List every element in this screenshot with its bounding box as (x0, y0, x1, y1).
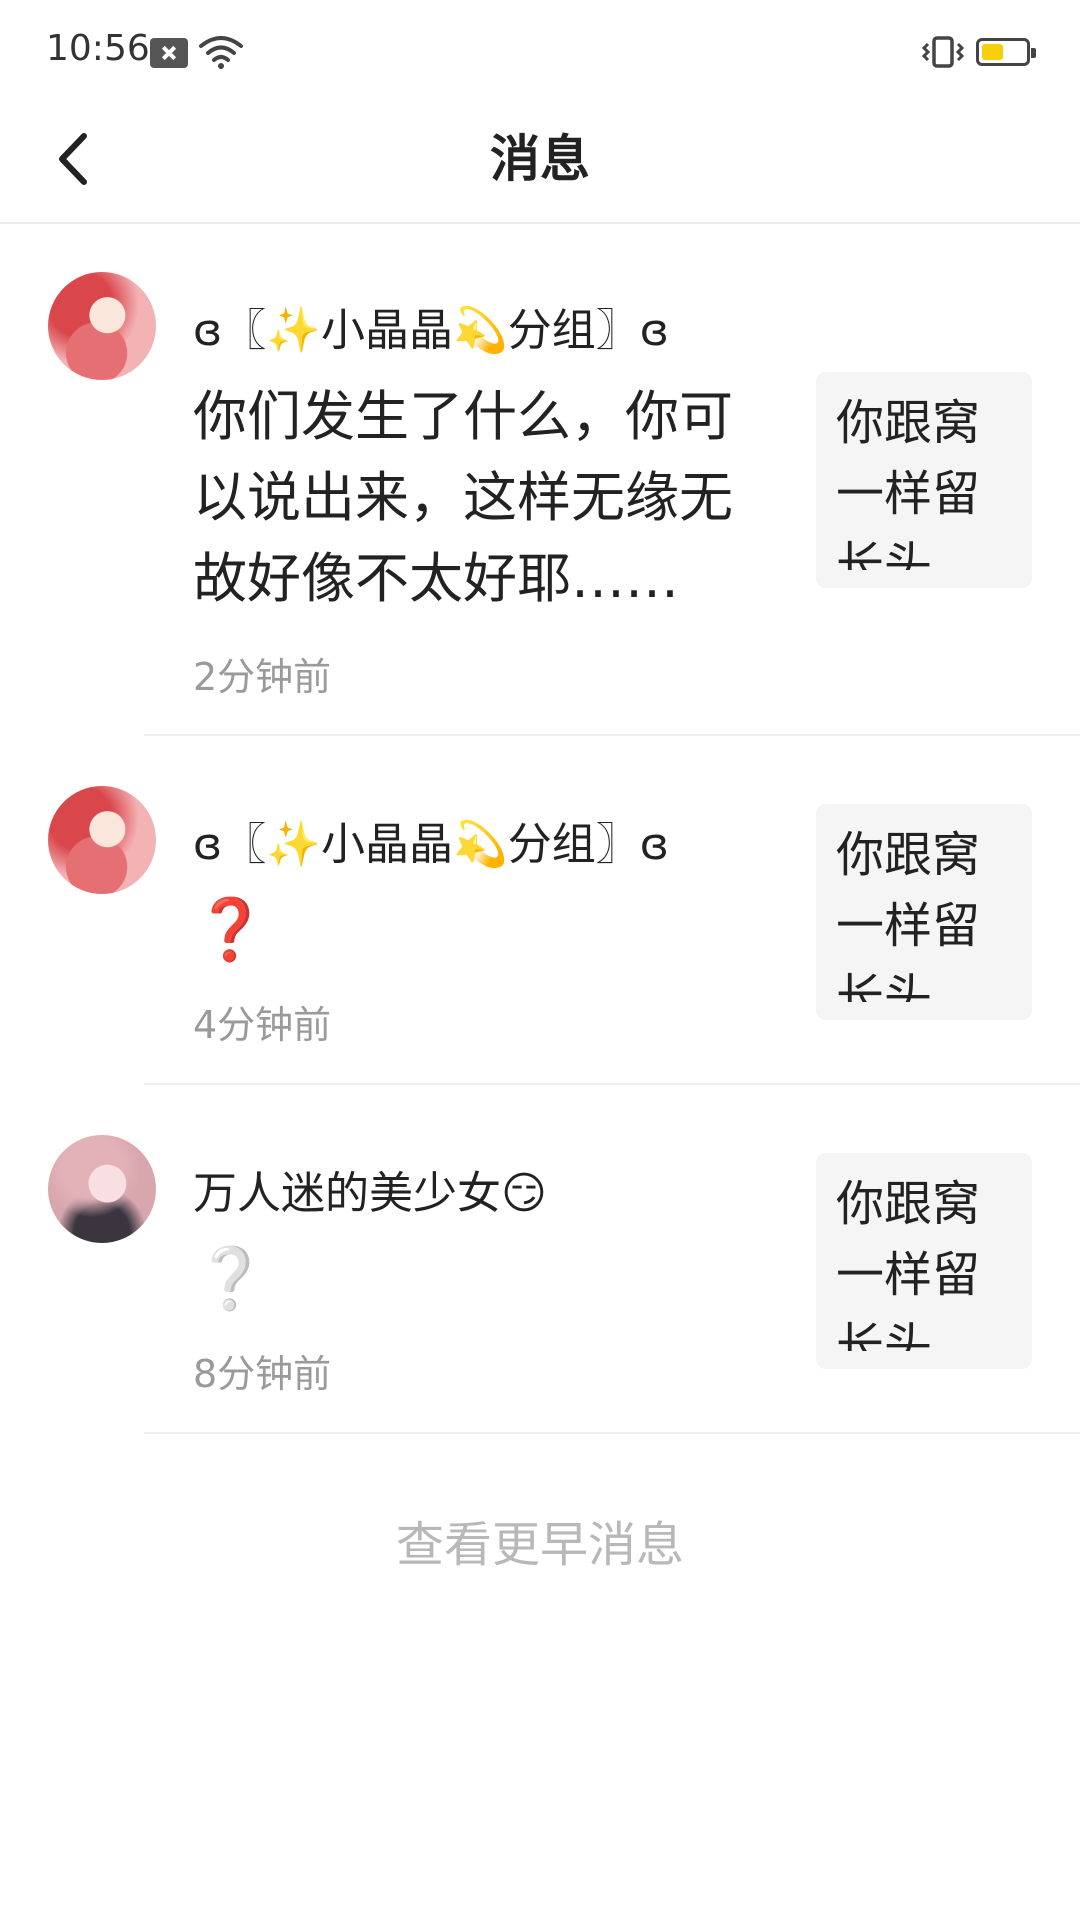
message-item[interactable]: ɞ〖✨小晶晶💫分组〗ɞ ❓ 4分钟前 你跟窝一样留长头(ゝ (0, 736, 1080, 1085)
quoted-post-text: 你跟窝一样留长头(ゝ (836, 1176, 981, 1351)
message-item[interactable]: ɞ〖✨小晶晶💫分组〗ɞ 你们发生了什么，你可以说出来，这样无缘无故好像不太好耶…… (0, 224, 1080, 736)
quoted-post-text: 你跟窝一样留长头(ゝ (836, 395, 981, 570)
avatar[interactable] (48, 272, 156, 380)
view-earlier-messages-button[interactable]: 查看更早消息 (0, 1505, 1080, 1575)
message-time: 8分钟前 (193, 1352, 332, 1396)
message-time: 2分钟前 (193, 655, 332, 699)
message-content: ❔ (193, 1244, 268, 1314)
message-time: 4分钟前 (193, 1003, 332, 1047)
status-time: 10:56 (46, 28, 150, 69)
battery-fill (982, 44, 1003, 60)
message-content: 你们发生了什么，你可以说出来，这样无缘无故好像不太好耶…… (193, 385, 733, 610)
sender-name: ɞ〖✨小晶晶💫分组〗ɞ (193, 819, 670, 870)
notification-icon (150, 38, 188, 68)
divider (144, 1432, 1080, 1434)
wifi-icon (199, 36, 243, 69)
battery-icon (976, 38, 1036, 66)
avatar[interactable] (48, 1135, 156, 1243)
quoted-post-text: 你跟窝一样留长头(ゝ (836, 827, 981, 1002)
top-bar: 消息 (0, 104, 1080, 224)
status-bar: 10:56 (0, 0, 1080, 104)
quoted-post[interactable]: 你跟窝一样留长头(ゝ (816, 372, 1032, 588)
message-item[interactable]: 万人迷的美少女😏 ❔ 8分钟前 你跟窝一样留长头(ゝ (0, 1085, 1080, 1434)
sender-name: 万人迷的美少女😏 (193, 1168, 547, 1219)
quoted-post[interactable]: 你跟窝一样留长头(ゝ (816, 1153, 1032, 1369)
sender-name: ɞ〖✨小晶晶💫分组〗ɞ (193, 305, 670, 356)
message-list: ɞ〖✨小晶晶💫分组〗ɞ 你们发生了什么，你可以说出来，这样无缘无故好像不太好耶…… (0, 224, 1080, 1434)
vibrate-icon (921, 36, 965, 68)
avatar[interactable] (48, 786, 156, 894)
message-content: ❓ (193, 895, 268, 965)
page-title: 消息 (490, 130, 590, 188)
quoted-post[interactable]: 你跟窝一样留长头(ゝ (816, 804, 1032, 1020)
